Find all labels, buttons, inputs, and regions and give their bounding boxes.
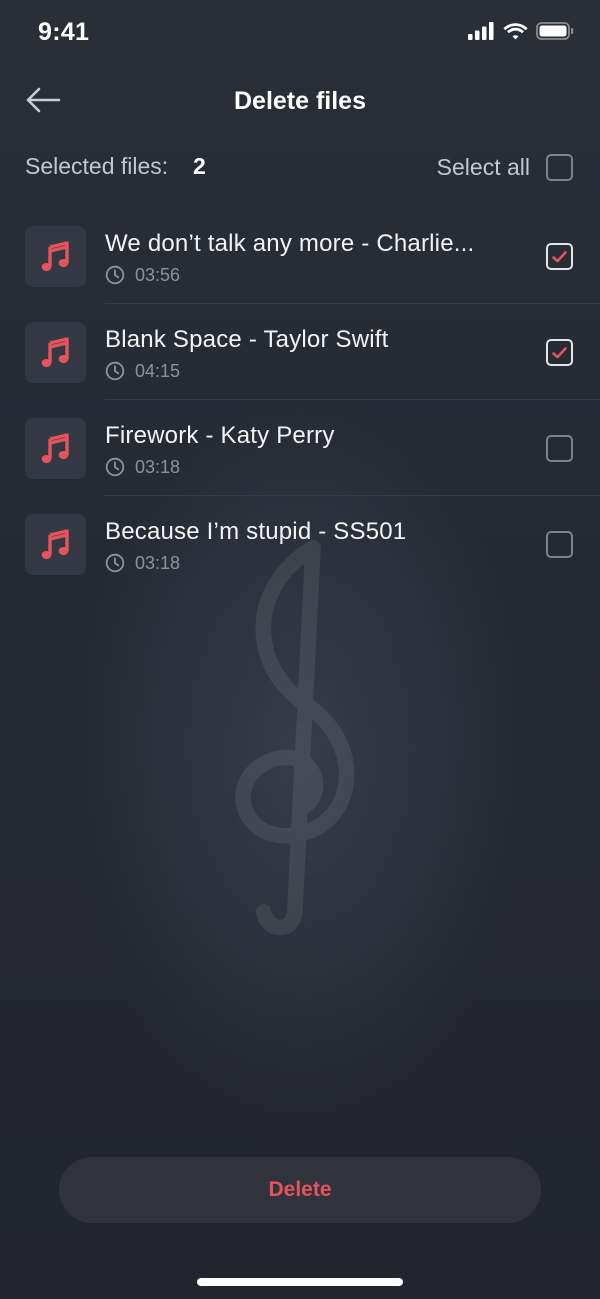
file-title: Blank Space - Taylor Swift [105,326,389,353]
music-note-icon [41,528,69,559]
duration-text: 03:18 [135,552,181,573]
file-thumbnail [25,514,86,575]
file-thumbnail [25,418,86,479]
status-time: 9:41 [38,18,90,46]
file-checkbox[interactable] [546,435,573,462]
selection-summary: Selected files: 2 Select all [25,148,573,186]
file-title: Firework - Katy Perry [105,422,335,449]
file-title: Because I’m stupid - SS501 [105,518,407,545]
file-item[interactable]: Because I’m stupid - SS501 03:18 [0,496,600,592]
selected-files-count: 2 [193,153,206,179]
checkmark-icon [552,250,567,262]
clock-icon [105,553,125,573]
battery-icon [536,22,574,40]
page-title: Delete files [233,87,366,115]
file-duration: 04:15 [105,360,180,382]
status-bar: 9:41 [0,0,600,68]
file-item[interactable]: Firework - Katy Perry 03:18 [0,400,600,496]
file-duration: 03:18 [105,552,180,574]
signal-icon [468,22,494,40]
duration-text: 03:18 [135,456,181,477]
delete-button[interactable]: Delete [59,1157,541,1223]
file-checkbox[interactable] [546,531,573,558]
duration-text: 04:15 [135,360,181,381]
music-note-icon [41,336,69,367]
clock-icon [105,361,125,381]
select-all-toggle[interactable]: Select all [437,148,573,186]
file-duration: 03:56 [105,264,180,286]
status-icons [468,22,574,40]
clock-icon [105,265,125,285]
file-checkbox[interactable] [546,339,573,366]
wifi-icon [503,23,528,40]
file-title: We don’t talk any more - Charlie... [105,230,475,257]
music-note-icon [41,240,69,271]
file-item[interactable]: We don’t talk any more - Charlie... 03:5… [0,208,600,304]
selected-files-label: Selected files: [25,153,169,179]
home-indicator [197,1278,403,1286]
header: Delete files [0,72,600,132]
select-all-label: Select all [436,153,530,180]
file-thumbnail [25,226,86,287]
file-thumbnail [25,322,86,383]
file-item[interactable]: Blank Space - Taylor Swift 04:15 [0,304,600,400]
delete-files-screen: 9:41 Delete files Selected files: 2 Sele… [0,0,600,1299]
file-checkbox[interactable] [546,243,573,270]
clock-icon [105,457,125,477]
file-duration: 03:18 [105,456,180,478]
duration-text: 03:56 [135,264,181,285]
music-note-icon [41,432,69,463]
select-all-checkbox[interactable] [546,153,573,181]
file-list: We don’t talk any more - Charlie... 03:5… [0,208,600,592]
checkmark-icon [552,346,567,358]
